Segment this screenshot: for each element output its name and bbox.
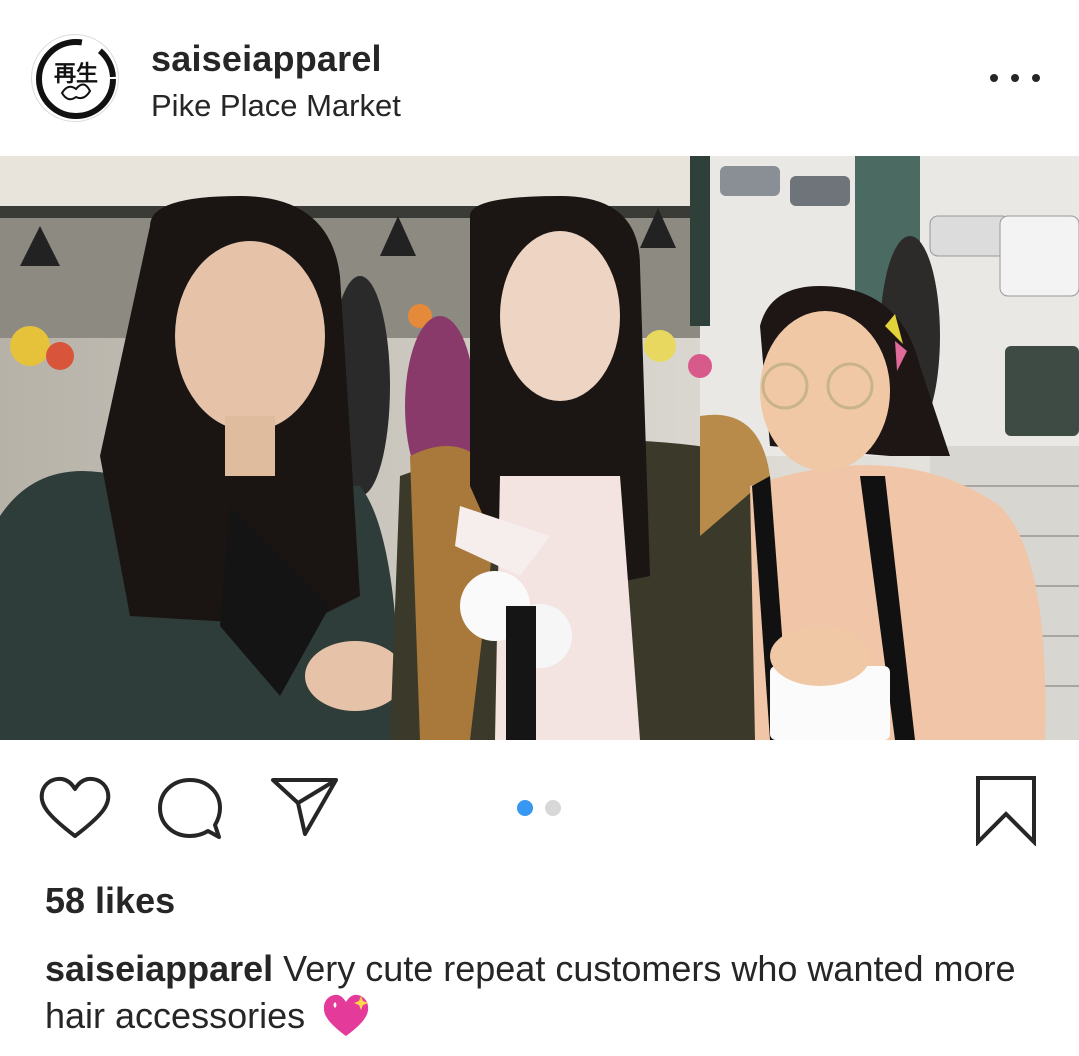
carousel-dot[interactable]: [545, 800, 561, 816]
post-caption: saiseiapparel Very cute repeat customers…: [45, 946, 1045, 1039]
post-location[interactable]: Pike Place Market: [151, 88, 401, 124]
post-username[interactable]: saiseiapparel: [151, 38, 382, 80]
sparkling-heart-icon: [323, 994, 369, 1036]
more-dot: [990, 74, 998, 82]
more-dot: [1011, 74, 1019, 82]
carousel-dot-active[interactable]: [517, 800, 533, 816]
comment-bubble-icon: [158, 778, 222, 839]
likes-count[interactable]: 58 likes: [45, 880, 175, 922]
like-button[interactable]: [38, 776, 112, 842]
more-options-button[interactable]: [990, 64, 1040, 92]
share-button[interactable]: [270, 776, 340, 838]
caption-username[interactable]: saiseiapparel: [45, 948, 273, 989]
carousel-indicator: [517, 800, 561, 816]
avatar-text: 再生: [54, 61, 98, 87]
photo-illustration: [0, 156, 1079, 740]
save-button[interactable]: [974, 774, 1038, 846]
post-header: 再生 saiseiapparel Pike Place Market: [0, 0, 1079, 156]
avatar[interactable]: 再生: [31, 34, 119, 122]
comment-button[interactable]: [156, 776, 224, 842]
brand-logo-icon: 再生: [36, 39, 116, 119]
paper-plane-icon: [271, 778, 338, 836]
bookmark-icon: [976, 776, 1036, 846]
post-photo[interactable]: [0, 156, 1079, 740]
heart-outline-icon: [39, 776, 111, 838]
more-dot: [1032, 74, 1040, 82]
